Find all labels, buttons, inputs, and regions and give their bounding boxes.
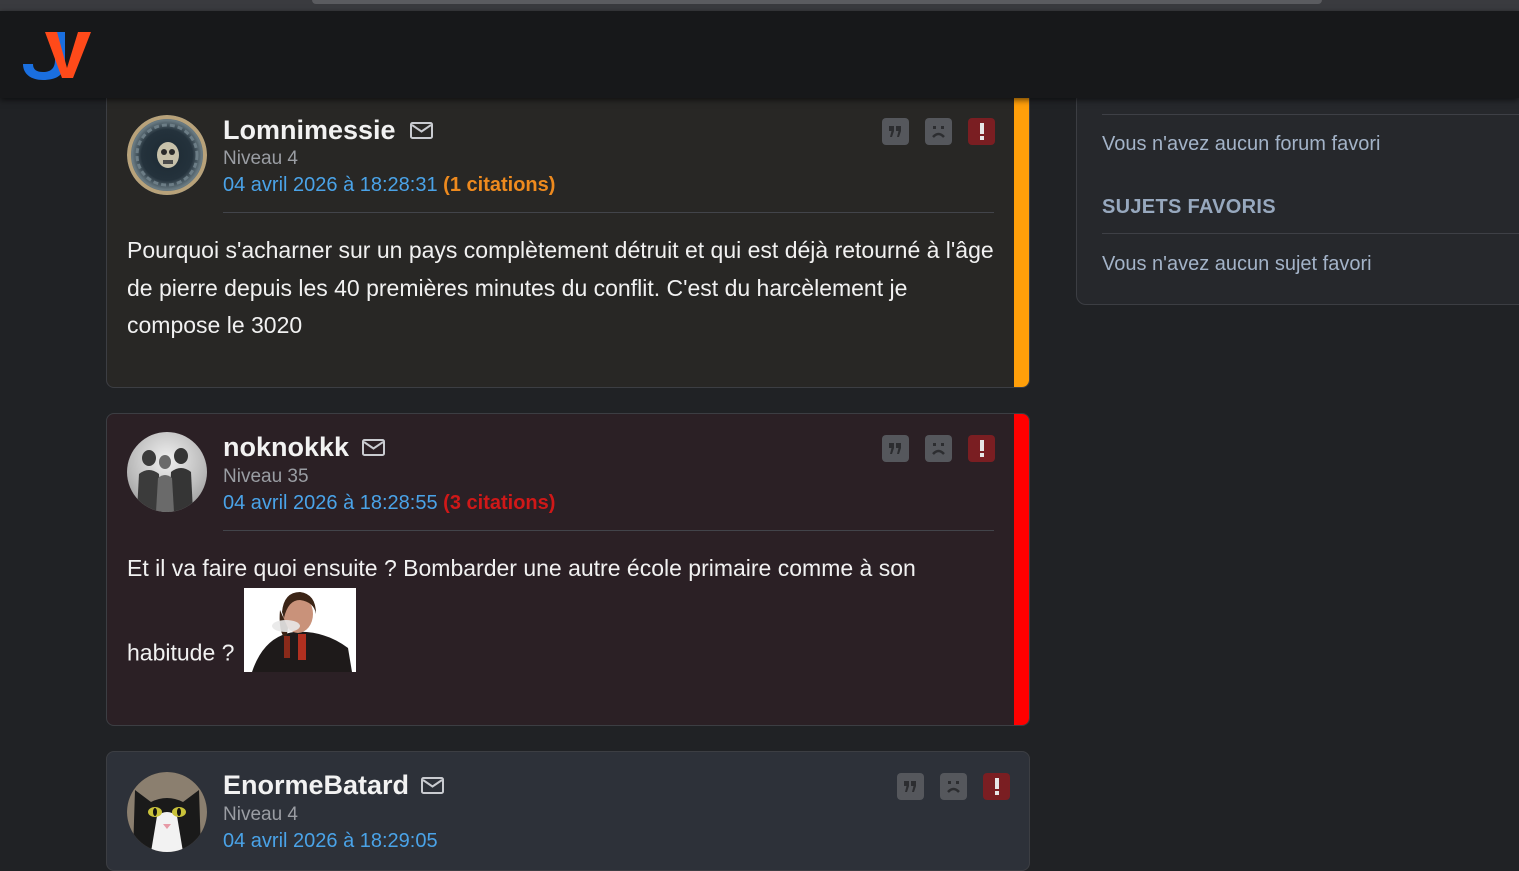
quote-button[interactable]	[897, 773, 924, 800]
blacklist-button[interactable]	[940, 773, 967, 800]
citations-count[interactable]: (3 citations)	[443, 492, 555, 514]
browser-chrome-strip	[0, 0, 1519, 11]
divider	[1102, 114, 1519, 115]
mail-icon[interactable]	[362, 439, 385, 456]
post-date-line: 04 avril 2026 à 18:28:55 (3 citations)	[223, 492, 555, 515]
mail-icon[interactable]	[421, 777, 444, 794]
quote-button[interactable]	[882, 435, 909, 462]
sad-face-icon	[932, 126, 945, 138]
author-name[interactable]: Lomnimessie	[223, 115, 396, 146]
post-message: Pourquoi s'acharner sur un pays complète…	[127, 237, 994, 338]
avatar-emblem-icon	[127, 115, 207, 195]
post-date-link[interactable]: 04 avril 2026 à 18:28:31	[223, 174, 438, 196]
forum-post: noknokkk Niveau 35 04 avril 2026 à 18:28…	[106, 413, 1030, 726]
author-level: Niveau 4	[223, 148, 298, 169]
blacklist-button[interactable]	[925, 435, 952, 462]
report-button[interactable]	[983, 773, 1010, 800]
citations-count[interactable]: (1 citations)	[443, 174, 555, 196]
quote-icon	[889, 126, 901, 137]
avatar[interactable]	[127, 432, 207, 512]
address-bar-edge	[312, 0, 1322, 4]
favorite-topics-heading: SUJETS FAVORIS	[1102, 196, 1276, 218]
exclamation-icon	[994, 778, 999, 795]
citation-accent-bar	[1014, 414, 1029, 725]
quote-button[interactable]	[882, 118, 909, 145]
exclamation-icon	[979, 123, 984, 140]
avatar[interactable]	[127, 115, 207, 195]
empty-topics-text: Vous n'avez aucun sujet favori	[1102, 253, 1372, 275]
report-button[interactable]	[968, 118, 995, 145]
empty-forums-text: Vous n'avez aucun forum favori	[1102, 133, 1381, 155]
report-button[interactable]	[968, 435, 995, 462]
post-date-line: 04 avril 2026 à 18:28:31 (1 citations)	[223, 174, 555, 197]
author-level: Niveau 4	[223, 804, 298, 825]
avatar-silhouettes-icon	[137, 448, 193, 512]
author-name[interactable]: noknokkk	[223, 432, 349, 463]
forum-post: EnormeBatard Niveau 4 04 avril 2026 à 18…	[106, 751, 1030, 871]
author-name[interactable]: EnormeBatard	[223, 770, 409, 801]
post-date-link[interactable]: 04 avril 2026 à 18:29:05	[223, 830, 438, 852]
sticker-man-smoking-icon	[243, 587, 356, 672]
avatar[interactable]	[127, 772, 207, 852]
blacklist-button[interactable]	[925, 118, 952, 145]
sticker-image[interactable]	[243, 587, 356, 672]
favorites-panel: Vous n'avez aucun forum favori SUJETS FA…	[1076, 90, 1519, 305]
avatar-cat-icon	[127, 772, 207, 852]
jv-logo[interactable]	[21, 28, 93, 82]
post-header-divider	[223, 530, 994, 531]
post-header-divider	[223, 212, 994, 213]
citation-accent-bar	[1014, 89, 1029, 387]
post-date-link[interactable]: 04 avril 2026 à 18:28:55	[223, 492, 438, 514]
sad-face-icon	[947, 781, 960, 793]
divider	[1102, 233, 1519, 234]
quote-icon	[904, 781, 916, 792]
post-date-line: 04 avril 2026 à 18:29:05	[223, 830, 438, 853]
post-message: Et il va faire quoi ensuite ? Bombarder …	[127, 550, 1007, 672]
exclamation-icon	[979, 440, 984, 457]
quote-icon	[889, 443, 901, 454]
mail-icon[interactable]	[410, 122, 433, 139]
author-level: Niveau 35	[223, 466, 309, 487]
sad-face-icon	[932, 443, 945, 455]
forum-post: Lomnimessie Niveau 4 04 avril 2026 à 18:…	[106, 88, 1030, 388]
site-header	[0, 11, 1519, 98]
